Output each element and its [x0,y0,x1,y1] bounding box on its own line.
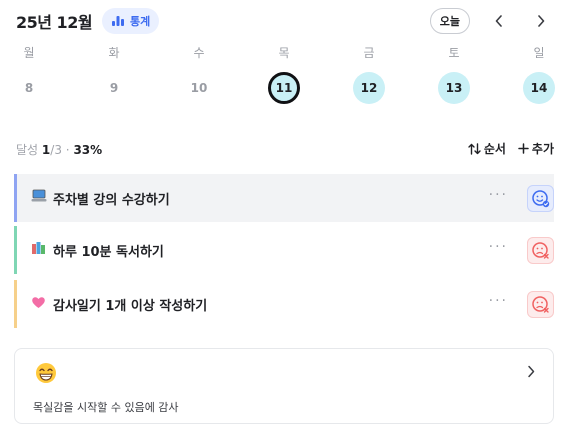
prev-week-button[interactable] [486,8,512,34]
task-item[interactable]: 주차별 강의 수강하기 ··· [14,174,554,222]
task-title: 하루 10분 독서하기 [53,244,164,260]
books-icon [31,241,51,259]
more-options-button[interactable]: ··· [489,187,508,203]
day-of-week-label: 금 [363,46,375,60]
plus-icon [518,143,529,154]
date-number: 14 [523,72,555,104]
date-number: 10 [190,81,208,95]
status-done-button[interactable] [527,185,554,212]
reorder-button[interactable]: 순서 [468,140,506,157]
status-failed-button[interactable] [527,237,554,264]
reorder-label: 순서 [483,142,506,156]
grinning-face-icon [36,363,56,383]
chevron-right-icon [528,365,535,378]
list-actions: 순서 추가 [468,140,554,157]
day-of-week-label: 화 [108,46,120,60]
chevron-left-icon [495,15,502,27]
more-options-button[interactable]: ··· [489,293,508,309]
day-of-week-label: 수 [193,46,205,60]
add-task-label: 추가 [531,142,554,156]
month-title: 25년 12월 [16,13,93,32]
smile-check-icon [532,190,550,208]
day-of-week-label: 목 [278,46,290,60]
day-cell-today[interactable]: 목 11 [264,44,304,104]
day-cell[interactable]: 토 13 [434,44,474,104]
day-of-week-label: 일 [533,46,545,60]
date-number: 13 [438,72,470,104]
task-title: 감사일기 1개 이상 작성하기 [53,298,208,314]
week-strip: 월 8 화 9 수 10 목 11 금 12 토 13 일 14 [0,44,568,114]
task-item[interactable]: 감사일기 1개 이상 작성하기 ··· [14,280,554,328]
gratitude-text: 목실감을 시작할 수 있음에 감사 [33,401,179,414]
day-cell[interactable]: 수 10 [179,44,219,104]
status-failed-button[interactable] [527,291,554,318]
calendar-header: 25년 12월 통계 오늘 [16,6,554,36]
task-title: 주차별 강의 수강하기 [53,192,170,208]
task-item[interactable]: 하루 10분 독서하기 ··· [14,226,554,274]
date-number-selected: 11 [268,72,300,104]
chevron-right-icon [538,15,545,27]
day-cell[interactable]: 화 9 [94,44,134,104]
gratitude-card[interactable]: 목실감을 시작할 수 있음에 감사 [14,348,554,424]
bar-chart-icon [112,16,125,26]
achievement-label: 달성 [16,143,39,157]
day-of-week-label: 월 [23,46,35,60]
date-number: 8 [24,81,34,95]
more-options-button[interactable]: ··· [489,239,508,255]
day-cell[interactable]: 금 12 [349,44,389,104]
date-number: 12 [353,72,385,104]
next-week-button[interactable] [528,8,554,34]
pink-heart-icon [31,296,51,313]
laptop-icon [31,189,51,207]
stats-button[interactable]: 통계 [102,8,160,34]
day-cell[interactable]: 월 8 [9,44,49,104]
day-of-week-label: 토 [448,46,460,60]
achievement-total-count: /3 [50,143,62,157]
sad-x-icon [532,242,549,259]
add-task-button[interactable]: 추가 [518,140,554,157]
day-cell[interactable]: 일 14 [519,44,559,104]
achievement-summary: 달성 1/3 · 33% [16,141,102,158]
achievement-percent: 33% [73,143,103,157]
date-number: 9 [109,81,119,95]
sad-x-icon [532,296,549,313]
summary-separator: · [65,143,70,157]
today-button[interactable]: 오늘 [429,8,470,34]
sort-arrows-icon [468,142,481,155]
stats-button-label: 통계 [130,15,151,28]
